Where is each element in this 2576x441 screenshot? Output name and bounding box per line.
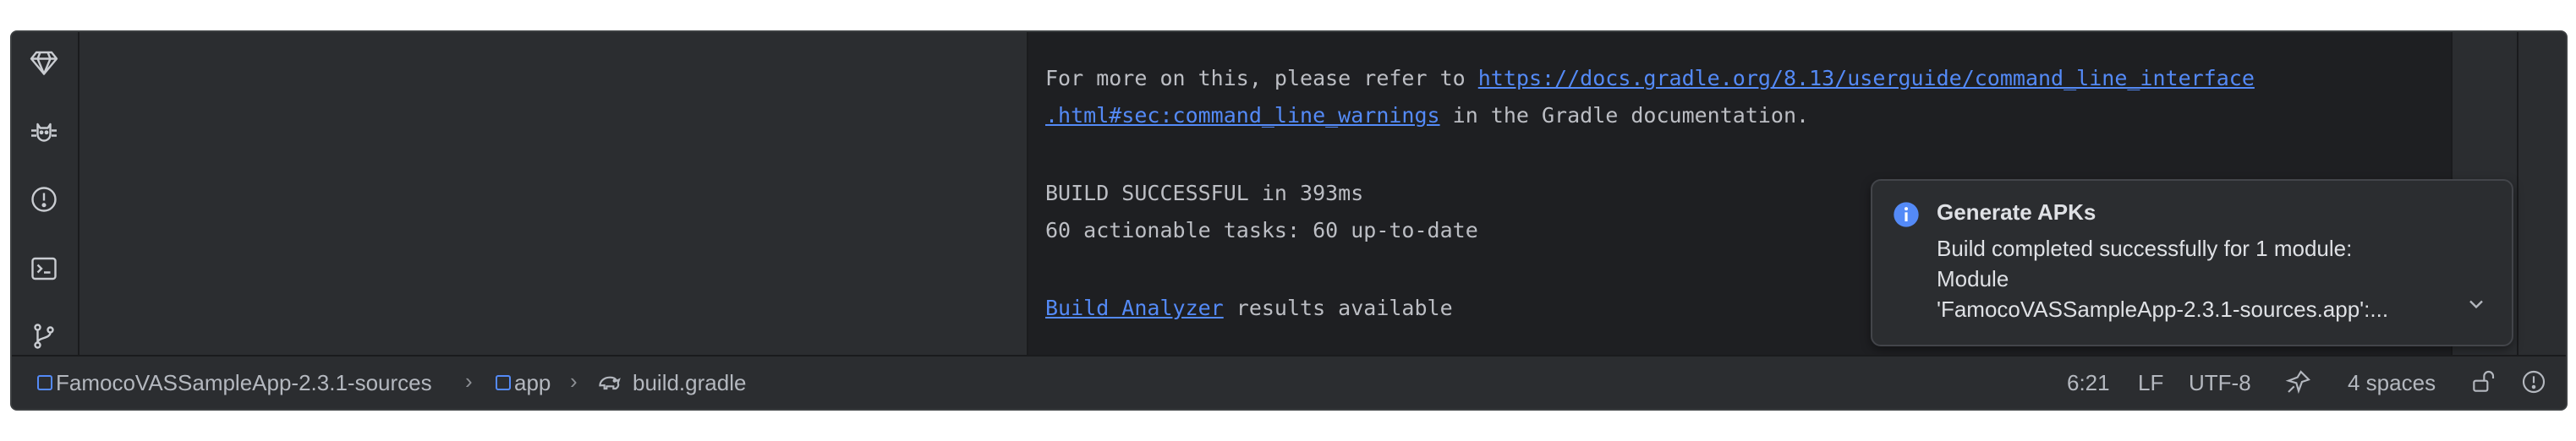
breadcrumb-separator-2: ›	[570, 368, 578, 394]
breadcrumb-project[interactable]: FamocoVASSampleApp-2.3.1-sources	[56, 370, 432, 396]
notification-balloon[interactable]: Generate APKs Build completed successful…	[1871, 179, 2513, 346]
indent-settings[interactable]: 4 spaces	[2348, 370, 2436, 396]
ide-window: For more on this, please refer to https:…	[10, 30, 2568, 411]
git-branch-icon[interactable]	[25, 318, 63, 355]
breadcrumb-module[interactable]: app	[514, 370, 551, 396]
app-module-icon	[496, 375, 511, 390]
build-analyzer-line: Build Analyzer results available	[1045, 296, 1453, 320]
console-line-docs: .html#sec:command_line_warnings in the G…	[1045, 103, 1809, 128]
file-encoding[interactable]: UTF-8	[2189, 370, 2251, 396]
gradle-docs-link-continued[interactable]: .html#sec:command_line_warnings	[1045, 103, 1440, 128]
lock-icon[interactable]	[2469, 368, 2497, 395]
terminal-icon[interactable]	[25, 250, 63, 287]
console-line-refer: For more on this, please refer to https:…	[1045, 66, 2255, 90]
right-tool-strip	[2517, 32, 2566, 355]
build-analyzer-text: results available	[1223, 296, 1453, 320]
notification-line-3: 'FamocoVASSampleApp-2.3.1-sources.app':.…	[1937, 297, 2389, 322]
breadcrumb-separator-1: ›	[465, 368, 473, 394]
tool-window-strip	[12, 32, 79, 355]
project-panel	[79, 32, 1028, 355]
gradle-docs-link[interactable]: https://docs.gradle.org/8.13/userguide/c…	[1478, 66, 2255, 90]
notification-body: Build completed successfully for 1 modul…	[1937, 233, 2444, 324]
notification-line-1: Build completed successfully for 1 modul…	[1937, 236, 2353, 261]
ai-assistant-icon[interactable]	[2285, 368, 2312, 395]
gem-icon[interactable]	[25, 44, 63, 81]
notification-title: Generate APKs	[1937, 199, 2096, 225]
main-area: For more on this, please refer to https:…	[12, 32, 2566, 355]
project-module-icon	[37, 375, 52, 390]
console-docs-text: in the Gradle documentation.	[1439, 103, 1810, 128]
tasks-summary-line: 60 actionable tasks: 60 up-to-date	[1045, 218, 1478, 242]
console-refer-text: For more on this, please refer to	[1045, 66, 1478, 90]
info-icon	[1894, 202, 1919, 227]
gradle-elephant-icon	[599, 376, 621, 390]
line-separator[interactable]: LF	[2138, 370, 2163, 396]
cat-icon[interactable]	[25, 113, 63, 150]
status-bar: FamocoVASSampleApp-2.3.1-sources › app ›…	[12, 355, 2566, 409]
build-status-line: BUILD SUCCESSFUL in 393ms	[1045, 181, 1364, 205]
notification-line-2: Module	[1937, 266, 2009, 291]
breadcrumb-file[interactable]: build.gradle	[633, 370, 746, 396]
caret-position[interactable]: 6:21	[2067, 370, 2110, 396]
build-analyzer-link[interactable]: Build Analyzer	[1045, 296, 1224, 320]
notifications-icon[interactable]	[2520, 368, 2547, 395]
problems-icon[interactable]	[25, 181, 63, 218]
chevron-down-icon[interactable]	[2464, 292, 2488, 316]
